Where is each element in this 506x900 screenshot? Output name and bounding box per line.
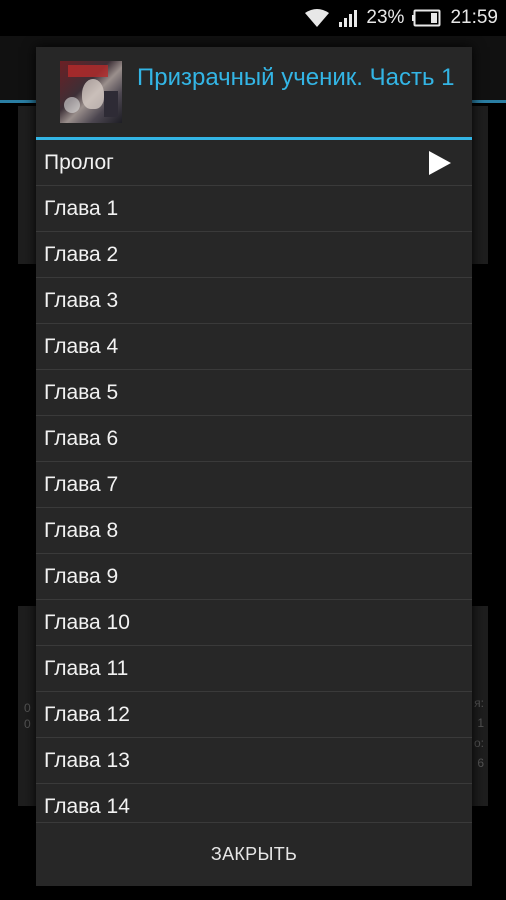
background-text-right: я: 1 о: 6 [474, 693, 484, 773]
chapter-label: Глава 9 [44, 564, 119, 588]
chapter-label: Глава 5 [44, 380, 119, 404]
chapter-item-prologue[interactable]: Пролог [36, 140, 472, 186]
chapter-label: Глава 2 [44, 242, 119, 266]
chapter-label: Глава 12 [44, 702, 130, 726]
chapter-item[interactable]: Глава 7 [36, 462, 472, 508]
screen: 23% 21:59 0 0 я: 1 о: 6 Призрачный учени… [0, 0, 506, 900]
chapter-item[interactable]: Глава 14 [36, 784, 472, 823]
chapter-label: Глава 3 [44, 288, 119, 312]
chapters-dialog: Призрачный ученик. Часть 1 Пролог Глава … [36, 47, 472, 886]
background-text: о: [473, 736, 484, 750]
background-text: 0 [24, 701, 31, 715]
chapter-item[interactable]: Глава 11 [36, 646, 472, 692]
background-text: я: [474, 696, 484, 710]
chapter-label: Глава 8 [44, 518, 119, 542]
chapter-item[interactable]: Глава 5 [36, 370, 472, 416]
dialog-title: Призрачный ученик. Часть 1 [137, 64, 455, 91]
dialog-header: Призрачный ученик. Часть 1 [36, 47, 472, 137]
chapter-item[interactable]: Глава 3 [36, 278, 472, 324]
chapter-item[interactable]: Глава 9 [36, 554, 472, 600]
chapter-label: Глава 11 [44, 656, 129, 680]
chapter-item[interactable]: Глава 2 [36, 232, 472, 278]
chapter-item[interactable]: Глава 8 [36, 508, 472, 554]
book-cover-image [60, 61, 122, 123]
chapter-label: Глава 6 [44, 426, 119, 450]
chapter-item[interactable]: Глава 1 [36, 186, 472, 232]
battery-percent: 23% [366, 7, 405, 28]
chapter-label: Глава 10 [44, 610, 130, 634]
chapter-label: Глава 4 [44, 334, 119, 358]
chapter-label: Глава 13 [44, 748, 130, 772]
battery-icon [412, 9, 442, 27]
status-bar: 23% 21:59 [0, 0, 506, 36]
close-button[interactable]: ЗАКРЫТЬ [36, 822, 472, 886]
chapter-item[interactable]: Глава 4 [36, 324, 472, 370]
background-text: 1 [477, 716, 484, 730]
signal-icon [338, 8, 358, 28]
chapter-item[interactable]: Глава 13 [36, 738, 472, 784]
chapter-label: Глава 14 [44, 794, 130, 818]
status-icons: 23% 21:59 [304, 0, 498, 36]
background-text: 6 [477, 756, 484, 770]
chapter-label: Пролог [44, 150, 114, 174]
chapter-list[interactable]: Пролог Глава 1 Глава 2 Глава 3 Глава 4 Г… [36, 140, 472, 823]
play-icon [428, 150, 452, 176]
chapter-label: Глава 7 [44, 472, 119, 496]
chapter-item[interactable]: Глава 10 [36, 600, 472, 646]
clock: 21:59 [450, 7, 498, 28]
chapter-label: Глава 1 [44, 196, 119, 220]
chapter-item[interactable]: Глава 6 [36, 416, 472, 462]
background-text-left: 0 0 [24, 700, 31, 732]
background-text: 0 [24, 717, 31, 731]
chapter-item[interactable]: Глава 12 [36, 692, 472, 738]
wifi-icon [304, 8, 330, 28]
